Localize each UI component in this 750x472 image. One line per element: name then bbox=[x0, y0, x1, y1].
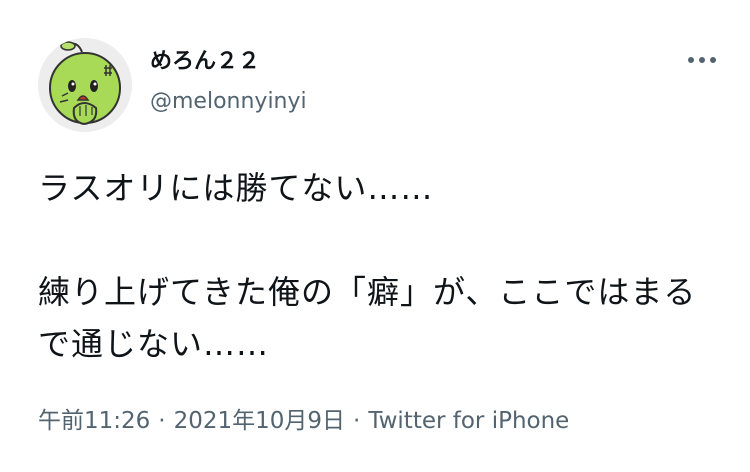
more-horizontal-icon[interactable] bbox=[680, 50, 724, 70]
tweet-time[interactable]: 午前11:26 bbox=[38, 408, 150, 434]
meta-separator: · bbox=[158, 408, 166, 434]
tweet-card: めろん２２ @melonnyinyi ラスオリには勝てない…… 練り上げてきた俺… bbox=[0, 0, 750, 472]
tweet-meta: 午前11:26 · 2021年10月9日 · Twitter for iPhone bbox=[38, 406, 569, 436]
display-name[interactable]: めろん２２ bbox=[150, 48, 260, 76]
tweet-text: ラスオリには勝てない…… 練り上げてきた俺の「癖」が、ここではまるで通じない…… bbox=[38, 169, 697, 363]
melon-character-avatar-icon[interactable] bbox=[38, 38, 132, 132]
meta-separator: · bbox=[353, 408, 361, 434]
tweet-date[interactable]: 2021年10月9日 bbox=[174, 408, 345, 434]
user-handle[interactable]: @melonnyinyi bbox=[150, 88, 307, 116]
tweet-source[interactable]: Twitter for iPhone bbox=[368, 408, 569, 434]
